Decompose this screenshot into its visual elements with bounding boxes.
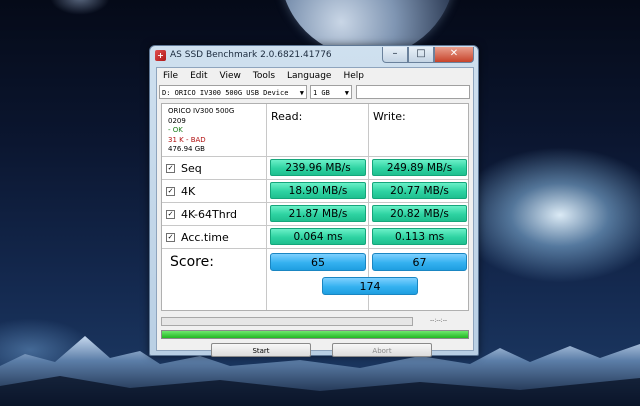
grid-divider (266, 104, 267, 310)
write-column-header: Write: (373, 110, 406, 123)
menu-tools[interactable]: Tools (247, 68, 281, 84)
total-score: 174 (322, 277, 418, 295)
title-bar[interactable]: + AS SSD Benchmark 2.0.6821.41776 – □ ✕ (150, 46, 478, 66)
drive-info: ORICO IV300 500G 0209 - OK 31 K - BAD 47… (168, 107, 234, 155)
4k-read-value: 18.90 MB/s (270, 182, 366, 199)
window-controls: – □ ✕ (382, 47, 474, 63)
maximize-icon[interactable]: □ (408, 47, 434, 63)
grid-divider (162, 156, 468, 157)
elapsed-time: --:--:-- (430, 317, 448, 324)
menu-file[interactable]: File (157, 68, 184, 84)
progress-bar-secondary (161, 317, 413, 326)
write-score: 67 (372, 253, 467, 271)
test-row-acc-time[interactable]: ✓ Acc.time (166, 231, 229, 244)
close-icon[interactable]: ✕ (434, 47, 474, 63)
start-button[interactable]: Start (211, 343, 311, 357)
extra-field[interactable] (356, 85, 470, 99)
seq-write-value: 249.89 MB/s (372, 159, 467, 176)
4k-64thrd-read-value: 21.87 MB/s (270, 205, 366, 222)
read-score: 65 (270, 253, 366, 271)
menu-help[interactable]: Help (337, 68, 370, 84)
menu-language[interactable]: Language (281, 68, 337, 84)
minimize-icon[interactable]: – (382, 47, 408, 63)
chevron-down-icon: ▼ (344, 89, 349, 97)
test-label: Seq (181, 162, 202, 175)
driver-status: - OK (168, 126, 183, 134)
grid-divider (162, 225, 468, 226)
test-label: Acc.time (181, 231, 229, 244)
acc-time-write-value: 0.113 ms (372, 228, 467, 245)
menu-view[interactable]: View (214, 68, 247, 84)
distant-glow (50, 0, 110, 15)
read-column-header: Read: (271, 110, 303, 123)
grid-divider (162, 248, 468, 249)
drive-firmware: 0209 (168, 116, 186, 125)
results-grid: ORICO IV300 500G 0209 - OK 31 K - BAD 47… (161, 103, 469, 311)
drive-capacity: 476.94 GB (168, 145, 205, 153)
4k-write-value: 20.77 MB/s (372, 182, 467, 199)
score-label: Score: (170, 254, 214, 270)
test-size-value: 1 GB (313, 89, 330, 97)
test-row-4k-64thrd[interactable]: ✓ 4K-64Thrd (166, 208, 237, 221)
grid-divider (162, 202, 468, 203)
alignment-status: 31 K - BAD (168, 135, 206, 144)
progress-fill (162, 331, 468, 338)
client-area: File Edit View Tools Language Help D: OR… (156, 67, 474, 357)
test-size-select[interactable]: 1 GB ▼ (310, 85, 352, 99)
test-row-4k[interactable]: ✓ 4K (166, 185, 195, 198)
test-row-seq[interactable]: ✓ Seq (166, 162, 202, 175)
chevron-down-icon: ▼ (299, 89, 304, 97)
window-title: AS SSD Benchmark 2.0.6821.41776 (170, 50, 332, 60)
as-ssd-app-icon: + (155, 50, 166, 61)
drive-select[interactable]: D: ORICO IV300 500G USB Device ▼ (159, 85, 307, 99)
abort-button[interactable]: Abort (332, 343, 432, 357)
menu-bar: File Edit View Tools Language Help (157, 68, 473, 84)
4k-64thrd-write-value: 20.82 MB/s (372, 205, 467, 222)
menu-edit[interactable]: Edit (184, 68, 213, 84)
checkbox-checked-icon[interactable]: ✓ (166, 210, 175, 219)
checkbox-checked-icon[interactable]: ✓ (166, 187, 175, 196)
checkbox-checked-icon[interactable]: ✓ (166, 233, 175, 242)
grid-divider (162, 179, 468, 180)
acc-time-read-value: 0.064 ms (270, 228, 366, 245)
seq-read-value: 239.96 MB/s (270, 159, 366, 176)
test-label: 4K (181, 185, 196, 198)
checkbox-checked-icon[interactable]: ✓ (166, 164, 175, 173)
as-ssd-window: + AS SSD Benchmark 2.0.6821.41776 – □ ✕ … (149, 45, 479, 357)
drive-name: ORICO IV300 500G (168, 107, 235, 115)
drive-select-value: D: ORICO IV300 500G USB Device (162, 89, 289, 97)
progress-bar-main (161, 330, 469, 339)
test-label: 4K-64Thrd (181, 208, 238, 221)
